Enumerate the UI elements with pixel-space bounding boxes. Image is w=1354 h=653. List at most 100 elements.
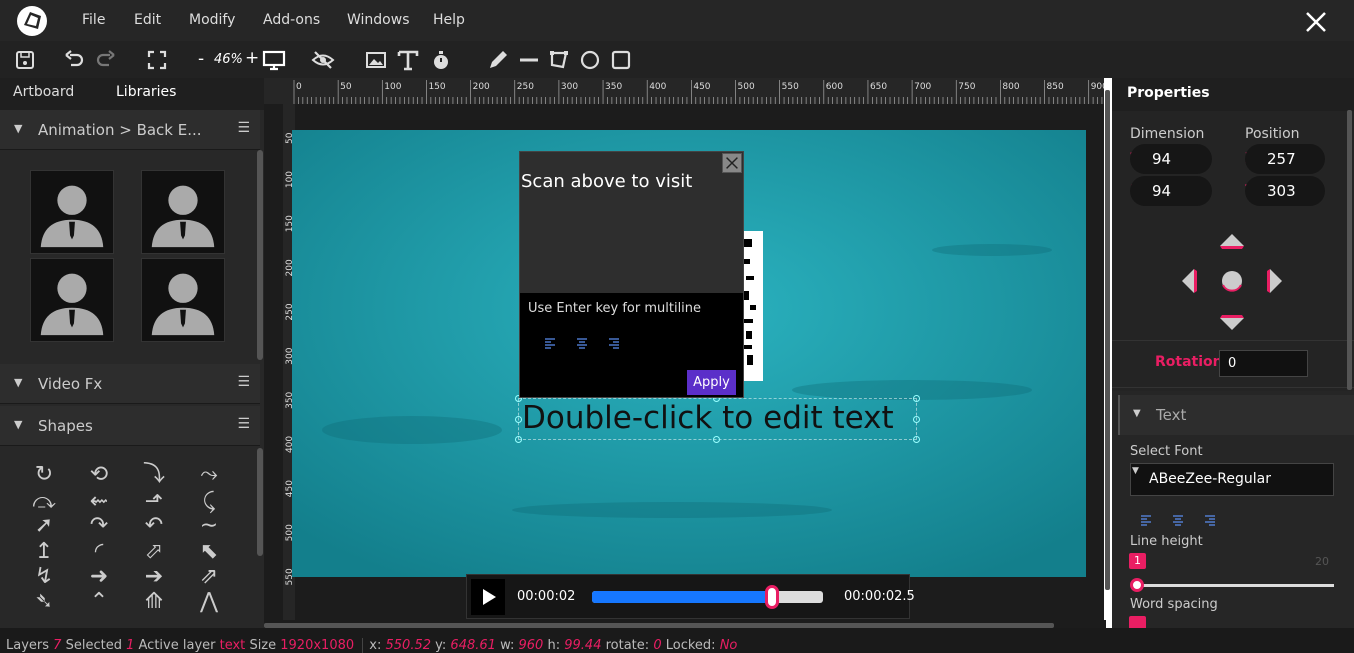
app-logo[interactable] — [16, 5, 48, 37]
nudge-up-icon[interactable] — [1219, 232, 1245, 250]
rotation-input[interactable]: 0 — [1219, 350, 1308, 377]
arrow-shape-icon[interactable]: ⇜ — [85, 490, 113, 514]
y-input[interactable]: 303 — [1245, 176, 1325, 206]
arrow-shape-icon[interactable]: ➔ — [140, 565, 168, 589]
zoom-in-button[interactable]: + — [245, 48, 259, 68]
monitor-icon[interactable] — [262, 48, 286, 72]
arrow-shape-icon[interactable]: ◜ — [85, 540, 113, 564]
pencil-icon[interactable] — [486, 48, 510, 72]
arrow-shape-icon[interactable]: ➜ — [85, 565, 113, 589]
arrow-shape-icon[interactable]: ⟲ — [85, 463, 113, 487]
align-right-icon[interactable] — [1204, 511, 1216, 526]
height-input[interactable]: 94 — [1130, 176, 1212, 206]
timeline-handle[interactable] — [765, 585, 780, 609]
tab-libraries[interactable]: Libraries — [116, 84, 176, 100]
apply-button[interactable]: Apply — [687, 370, 736, 395]
align-right-icon[interactable] — [608, 334, 620, 349]
resize-handle[interactable] — [713, 436, 720, 443]
arrow-shape-icon[interactable]: ↶ — [140, 514, 168, 538]
qr-code-image[interactable] — [742, 231, 763, 381]
library-item[interactable] — [30, 258, 114, 342]
play-button[interactable] — [471, 579, 505, 615]
arrow-shape-icon[interactable]: ↥ — [30, 540, 58, 564]
align-left-icon[interactable] — [1140, 511, 1152, 526]
nudge-left-icon[interactable] — [1180, 268, 1198, 294]
nudge-right-icon[interactable] — [1266, 268, 1284, 294]
arrow-shape-icon[interactable]: ⋀ — [195, 590, 223, 614]
arrow-shape-icon[interactable]: ⤵ — [140, 463, 168, 487]
arrow-shape-icon[interactable]: ⬀ — [140, 540, 168, 564]
align-center-icon[interactable] — [1172, 511, 1184, 526]
popup-text-content[interactable]: Scan above to visit — [521, 171, 692, 192]
font-select[interactable]: ▼ ABeeZee-Regular — [1130, 463, 1334, 496]
arrow-shape-icon[interactable]: ⇗ — [195, 565, 223, 589]
arrow-shape-icon[interactable]: ⬏ — [140, 490, 168, 514]
width-input[interactable]: 94 — [1130, 144, 1212, 174]
line-height-slider[interactable] — [1137, 584, 1334, 587]
arrow-shape-icon[interactable]: ↯ — [30, 565, 58, 589]
app-window: File Edit Modify Add-ons Windows Help - … — [0, 0, 1354, 653]
arrow-shape-icon[interactable]: ⤳ — [195, 463, 223, 487]
fullscreen-icon[interactable] — [145, 48, 169, 72]
list-icon[interactable]: ☰ — [237, 374, 250, 390]
library-item[interactable] — [30, 170, 114, 254]
menu-file[interactable]: File — [82, 12, 105, 28]
resize-handle[interactable] — [913, 416, 920, 423]
menu-help[interactable]: Help — [433, 12, 465, 28]
list-icon[interactable]: ☰ — [237, 120, 250, 136]
nudge-down-icon[interactable] — [1219, 314, 1245, 332]
arrow-shape-icon[interactable]: ⟰ — [140, 590, 168, 614]
arrow-shape-icon[interactable]: ⬉ — [195, 540, 223, 564]
rectangle-icon[interactable] — [609, 48, 633, 72]
section-videofx-header[interactable]: ▼ Video Fx ☰ — [0, 364, 260, 404]
resize-handle[interactable] — [913, 395, 920, 402]
menu-edit[interactable]: Edit — [134, 12, 161, 28]
library-item[interactable] — [141, 258, 225, 342]
scrollbar[interactable] — [257, 448, 263, 556]
redo-icon[interactable] — [94, 48, 118, 72]
scrollbar[interactable] — [1105, 90, 1110, 590]
menu-windows[interactable]: Windows — [347, 12, 410, 28]
tab-artboard[interactable]: Artboard — [13, 84, 74, 100]
line-icon[interactable] — [517, 48, 541, 72]
zoom-out-button[interactable]: - — [198, 49, 204, 69]
circle-icon[interactable] — [578, 48, 602, 72]
menu-modify[interactable]: Modify — [189, 12, 235, 28]
section-shapes-header[interactable]: ▼ Shapes ☰ — [0, 406, 260, 446]
section-animation-header[interactable]: ▼ Animation > Back E... ☰ — [0, 110, 260, 150]
align-center-icon[interactable] — [576, 334, 588, 349]
align-left-icon[interactable] — [544, 334, 556, 349]
arrow-shape-icon[interactable]: ↻ — [30, 463, 58, 487]
text-edit-area[interactable]: Scan above to visit — [520, 152, 743, 293]
library-item[interactable] — [141, 170, 225, 254]
scrollbar[interactable] — [257, 150, 263, 360]
close-icon[interactable] — [1304, 10, 1328, 34]
arrow-shape-icon[interactable]: ∼ — [195, 514, 223, 538]
polygon-icon[interactable] — [547, 48, 571, 72]
arrow-shape-icon[interactable]: ⤹ — [195, 490, 223, 514]
menu-addons[interactable]: Add-ons — [263, 12, 320, 28]
hide-icon[interactable] — [311, 48, 335, 72]
save-icon[interactable] — [13, 48, 37, 72]
close-icon[interactable] — [722, 153, 742, 173]
status-locked: No — [719, 638, 738, 653]
text-tool-icon[interactable] — [396, 48, 420, 72]
resize-handle[interactable] — [515, 436, 522, 443]
timer-icon[interactable] — [429, 48, 453, 72]
arrow-shape-icon[interactable]: ↷ — [85, 514, 113, 538]
x-input[interactable]: 257 — [1245, 144, 1325, 174]
arrow-shape-icon[interactable]: ➴ — [30, 590, 58, 614]
arrow-shape-icon[interactable]: ➚ — [30, 514, 58, 538]
list-icon[interactable]: ☰ — [237, 416, 250, 432]
text-section-header[interactable]: ▼ Text — [1118, 395, 1354, 435]
resize-handle[interactable] — [913, 436, 920, 443]
arrow-shape-icon[interactable]: ⌃ — [85, 590, 113, 614]
image-icon[interactable] — [364, 48, 388, 72]
undo-icon[interactable] — [62, 48, 86, 72]
resize-handle[interactable] — [515, 416, 522, 423]
nudge-center-icon[interactable] — [1221, 270, 1243, 292]
timeline-track[interactable] — [592, 591, 823, 603]
slider-thumb[interactable] — [1130, 578, 1144, 592]
arrow-shape-icon[interactable]: ⤼ — [30, 490, 58, 514]
scrollbar[interactable] — [1347, 110, 1352, 390]
